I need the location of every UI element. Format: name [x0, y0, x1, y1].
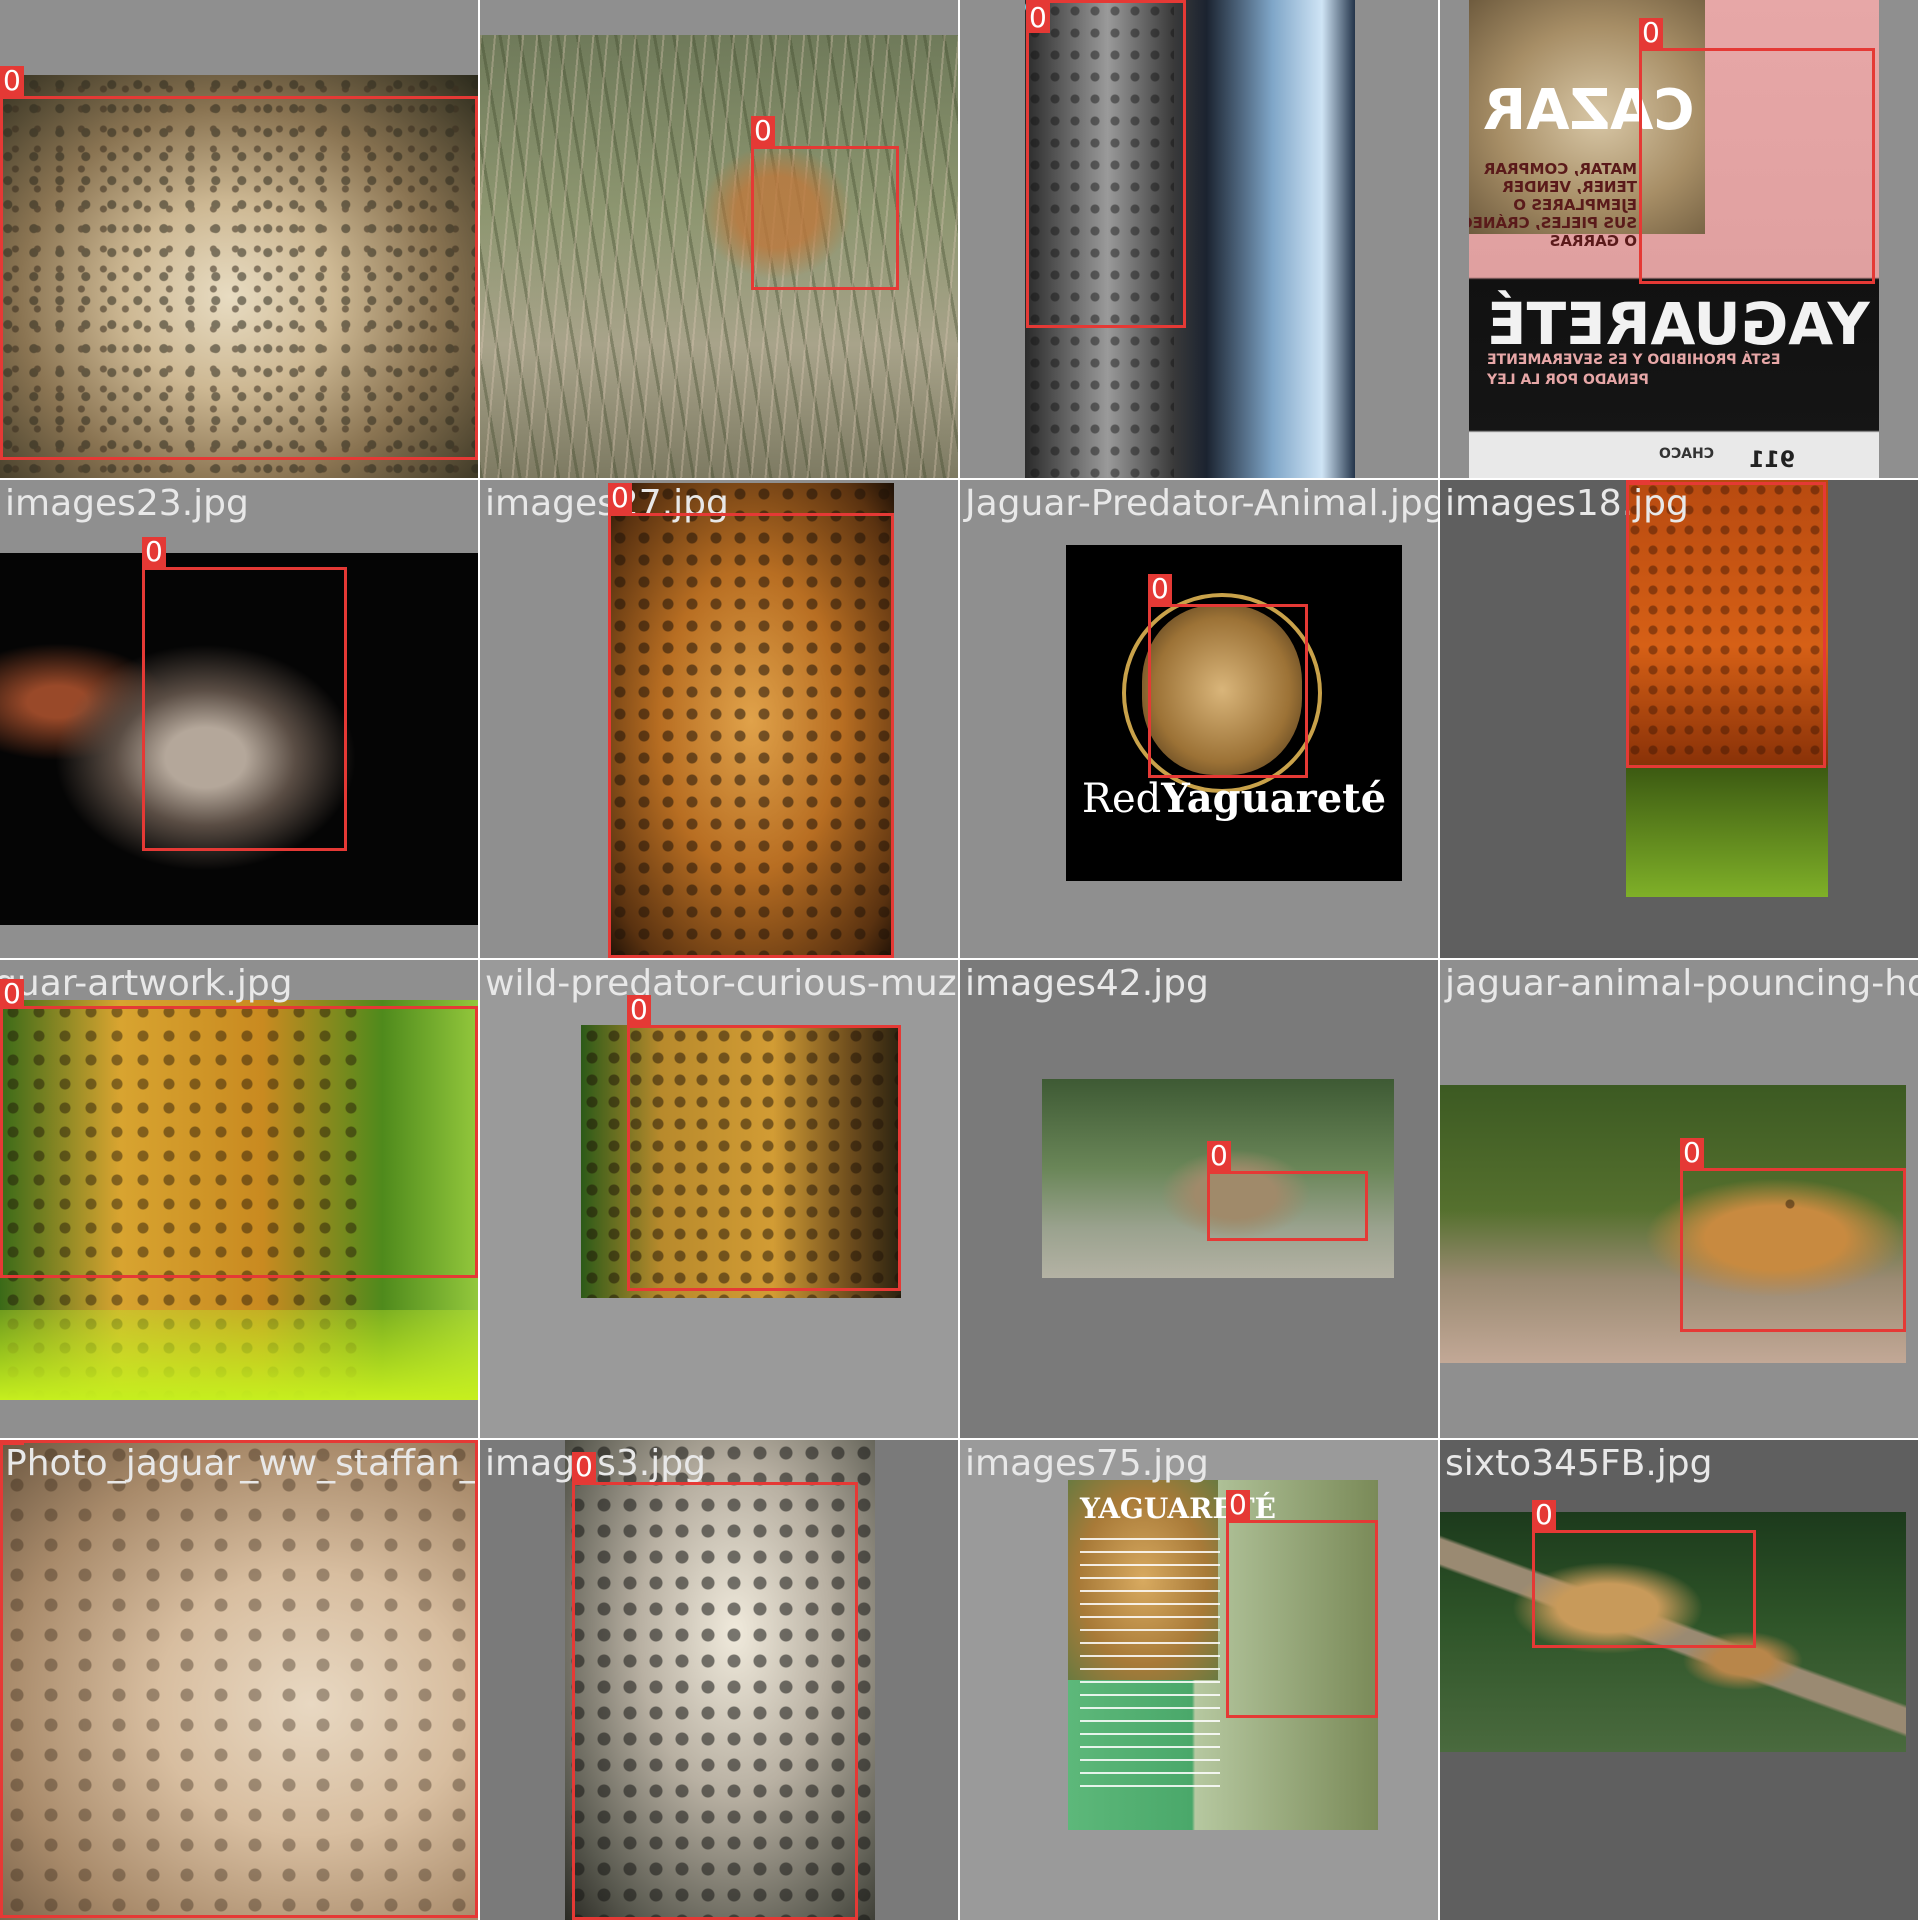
class-label: 0	[1680, 1138, 1704, 1168]
tile-5: images23.jpg 0	[0, 480, 478, 958]
detection-box: 0	[0, 979, 478, 1278]
tile-11: images42.jpg 0	[960, 960, 1438, 1438]
class-label: 0	[142, 537, 166, 567]
poster-subline: PENADO POR LA LEY	[1487, 372, 1649, 388]
detection-box: 0	[0, 66, 478, 460]
tile-15: YAGUARETÉ images75.jpg 0	[960, 1440, 1438, 1920]
poster-subline: ESTÁ PROHIBIDO Y ES SEVERAMENTE	[1487, 352, 1781, 368]
class-label: 0	[1148, 574, 1172, 604]
detection-box: 0	[1639, 18, 1875, 284]
image-filename: jaguar-animal-pouncing-hd_	[1445, 963, 1918, 1004]
detection-box: 0	[1532, 1500, 1756, 1648]
detection-box: 0	[1680, 1138, 1906, 1332]
class-label: 0	[0, 979, 24, 1009]
class-label: 0	[1026, 3, 1050, 33]
tile-12: jaguar-animal-pouncing-hd_ 0	[1440, 960, 1918, 1438]
class-label: 0	[627, 995, 651, 1025]
class-label: 0	[0, 66, 24, 96]
image-filename: wild-predator-curious-muzzle-jaguar-anim	[485, 963, 958, 1004]
tile-16: sixto345FB.jpg 0	[1440, 1440, 1918, 1920]
tile-4: CAZAR MATAR, COMPRAR TENER, VENDER EJEMP…	[1440, 0, 1918, 478]
detection-box: 0	[572, 1452, 858, 1920]
tile-8: images18.jpg 0	[1440, 480, 1918, 958]
detection-box: 0	[1226, 1490, 1378, 1718]
image-filename: images42.jpg	[965, 963, 1209, 1004]
tile-1: 0	[0, 0, 478, 478]
class-label: 0	[1639, 18, 1663, 48]
image-filename: images75.jpg	[965, 1443, 1209, 1484]
detection-box: 0	[608, 483, 894, 958]
poster-headline: YAGUARETÉ	[1487, 290, 1870, 358]
detection-box: 0	[1207, 1141, 1368, 1241]
logo-text: RedYaguareté	[1081, 775, 1387, 822]
poster-text-block: MATAR, COMPRAR TENER, VENDER EJEMPLARES …	[1469, 160, 1637, 250]
class-label: 0	[1626, 480, 1650, 482]
class-label: 0	[1532, 1500, 1556, 1530]
detection-box: 0	[1148, 574, 1308, 778]
tile-3: 0	[960, 0, 1438, 478]
class-label: 0	[0, 1440, 24, 1445]
image-filename: Jaguar-Predator-Animal.jpg	[965, 483, 1438, 524]
detection-box: 0	[1626, 480, 1826, 768]
tile-10: wild-predator-curious-muzzle-jaguar-anim…	[480, 960, 958, 1438]
tile-9: jaguar-artwork.jpg 0	[0, 960, 478, 1438]
detection-box: 0	[627, 995, 901, 1291]
class-label: 0	[1207, 1141, 1231, 1171]
image-filename: sixto345FB.jpg	[1445, 1443, 1713, 1484]
detection-box: 0	[0, 1440, 478, 1918]
detection-mosaic: 0 0 0 CAZAR MATAR, COMPRAR TENER, VENDER…	[0, 0, 1920, 1920]
class-label: 0	[751, 116, 775, 146]
tile-6: images27.jpg 0	[480, 480, 958, 958]
image-filename: images23.jpg	[5, 483, 249, 524]
detection-box: 0	[1026, 0, 1186, 328]
tile-13: Photo_jaguar_ww_staffan_widstrand.jpg 0	[0, 1440, 478, 1920]
class-label: 0	[572, 1452, 596, 1482]
detection-box: 0	[751, 116, 899, 290]
detection-box: 0	[142, 537, 347, 851]
class-label: 0	[608, 483, 632, 513]
tile-14: images3.jpg 0	[480, 1440, 958, 1920]
poster-footer: 911	[1749, 448, 1795, 473]
tile-7: RedYaguareté Jaguar-Predator-Animal.jpg …	[960, 480, 1438, 958]
class-label: 0	[1226, 1490, 1250, 1520]
image-filename: jaguar-artwork.jpg	[0, 963, 293, 1004]
poster-footer: CHACO	[1659, 446, 1715, 462]
tile-2: 0	[480, 0, 958, 478]
